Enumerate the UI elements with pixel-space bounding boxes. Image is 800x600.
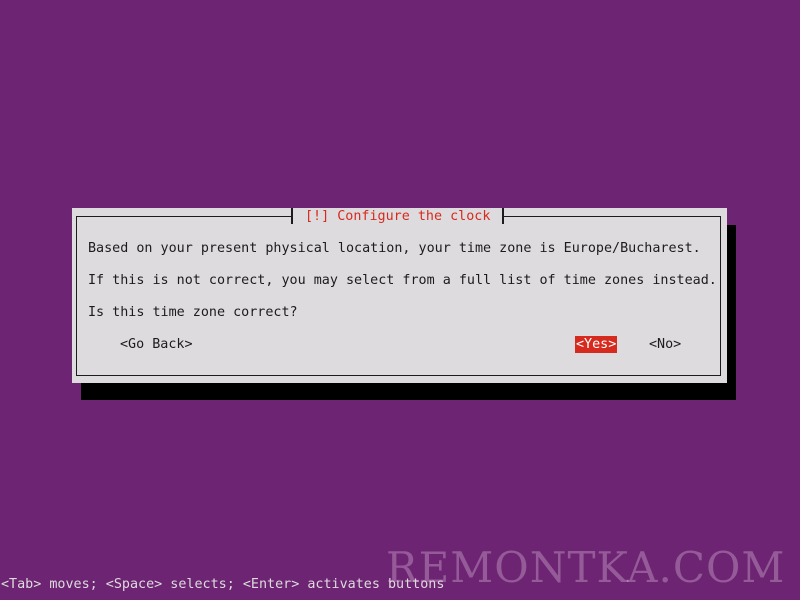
yes-button[interactable]: <Yes>: [575, 336, 618, 353]
timezone-hint-text: If this is not correct, you may select f…: [88, 273, 717, 288]
watermark: REMONTKA.COM: [386, 543, 786, 592]
dialog-title: [!] Configure the clock: [291, 208, 505, 224]
installer-screen: [!] Configure the clock Based on your pr…: [0, 0, 800, 600]
no-button[interactable]: <No>: [649, 336, 681, 353]
key-help-status-bar: <Tab> moves; <Space> selects; <Enter> ac…: [1, 577, 445, 592]
timezone-question-text: Is this time zone correct?: [88, 305, 298, 320]
configure-clock-dialog: [!] Configure the clock Based on your pr…: [72, 208, 727, 383]
go-back-button[interactable]: <Go Back>: [120, 336, 193, 353]
timezone-detected-text: Based on your present physical location,…: [88, 241, 701, 256]
